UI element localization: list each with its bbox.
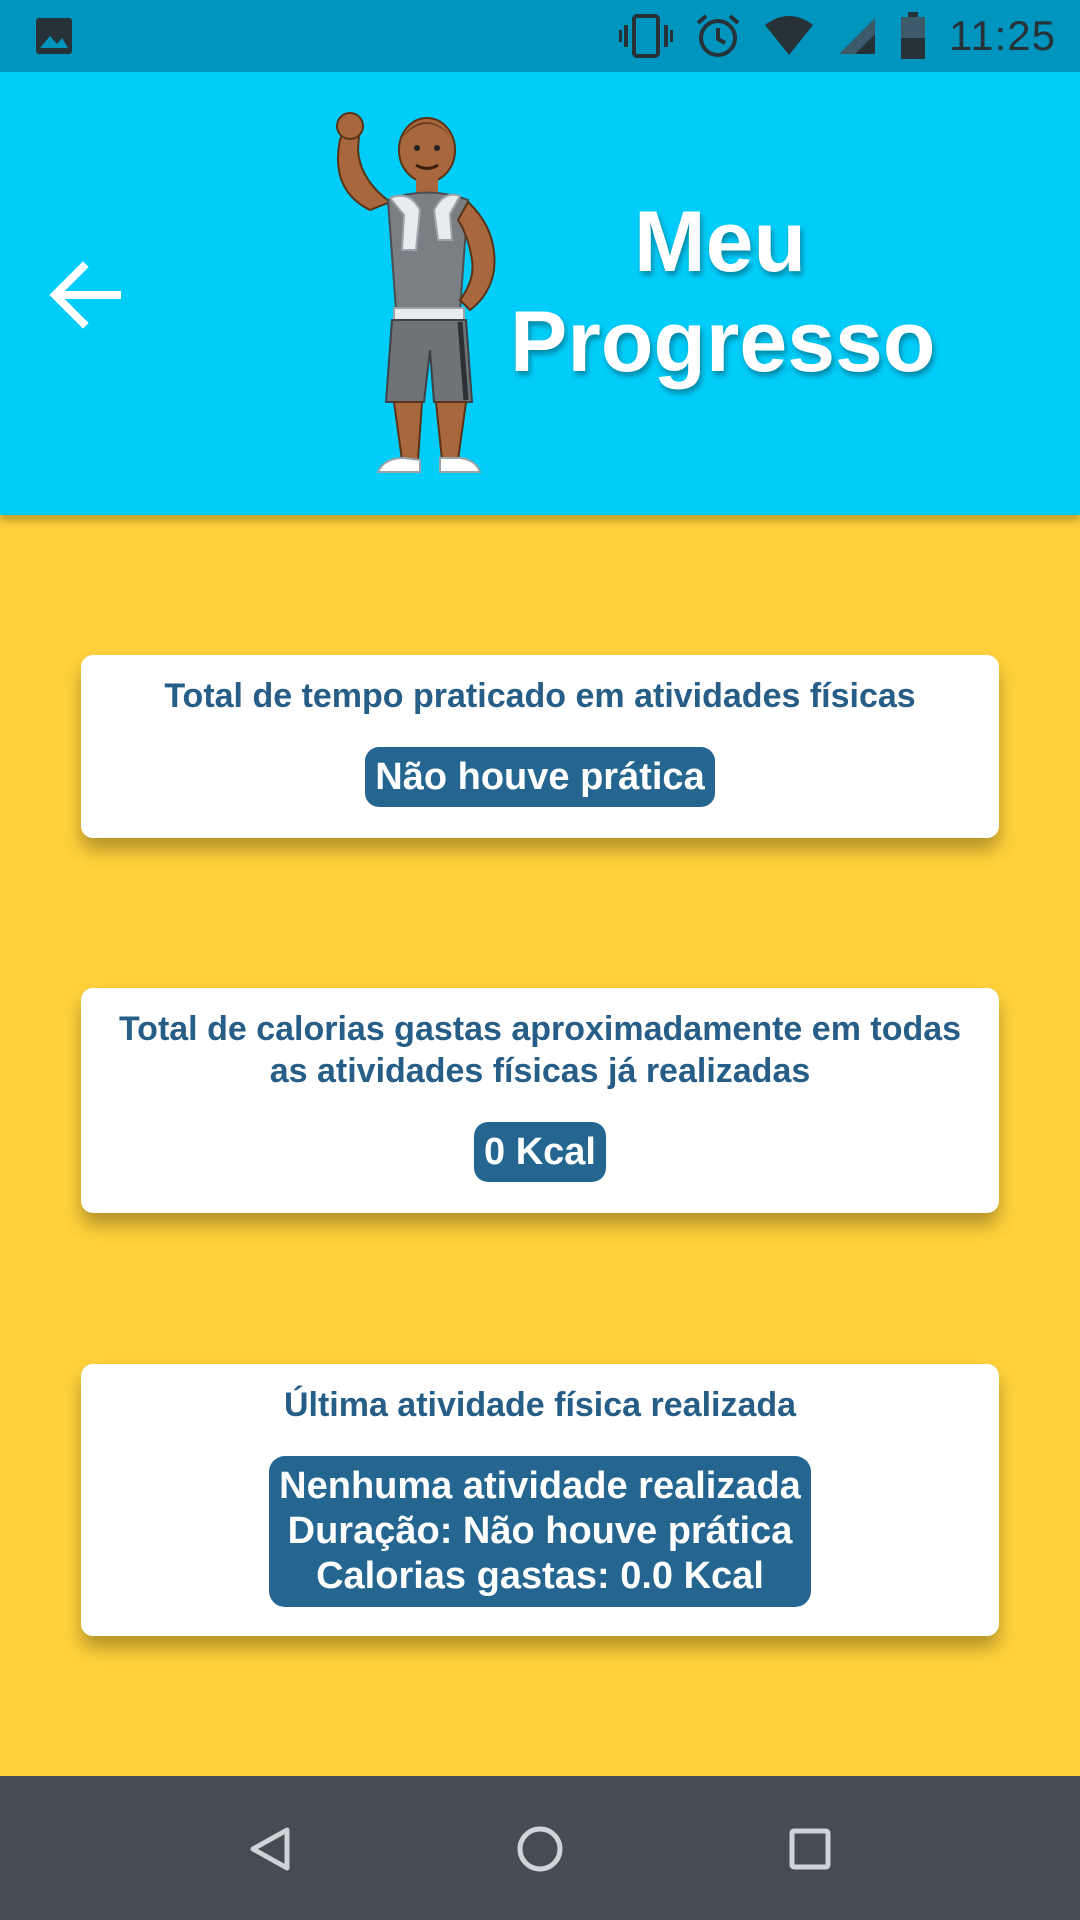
nav-home-icon — [515, 1824, 565, 1879]
image-icon — [34, 16, 74, 56]
nav-back-icon — [245, 1824, 295, 1879]
status-bar: 11:25 — [0, 0, 1080, 72]
signal-icon — [837, 16, 877, 56]
last-activity-calories: Calorias gastas: 0.0 Kcal — [316, 1555, 764, 1597]
status-time: 11:25 — [949, 12, 1056, 59]
total-time-title: Total de tempo praticado em atividades f… — [164, 677, 916, 715]
total-calories-value: 0 Kcal — [474, 1122, 606, 1182]
nav-recent-apps-icon — [785, 1824, 835, 1879]
nav-back-button[interactable] — [235, 1816, 305, 1886]
page-title: Meu Progresso — [510, 192, 936, 392]
total-calories-card: Total de calorias gastas aproximadamente… — [81, 988, 999, 1213]
arrow-left-icon — [47, 257, 123, 338]
fitness-man-illustration — [320, 110, 530, 478]
last-activity-title: Última atividade física realizada — [283, 1386, 797, 1424]
header: Meu Progresso — [0, 72, 1080, 515]
total-calories-title: Total de calorias gastas aproximadamente… — [118, 1010, 962, 1090]
last-activity-name: Nenhuma atividade realizada — [279, 1465, 801, 1507]
nav-recent-apps-button[interactable] — [775, 1816, 845, 1886]
total-time-value: Não houve prática — [365, 747, 715, 807]
back-button[interactable] — [40, 252, 130, 342]
last-activity-duration: Duração: Não houve prática — [287, 1510, 793, 1552]
total-time-card: Total de tempo praticado em atividades f… — [81, 655, 999, 838]
last-activity-card: Última atividade física realizada Nenhum… — [81, 1364, 999, 1636]
last-activity-details: Nenhuma atividade realizada Duração: Não… — [269, 1456, 811, 1607]
page-title-line-1: Meu — [634, 194, 806, 290]
vibrate-icon — [619, 13, 673, 59]
alarm-icon — [695, 13, 741, 59]
wifi-icon — [763, 15, 815, 57]
page-title-line-2: Progresso — [510, 294, 936, 390]
battery-icon — [899, 12, 927, 60]
nav-home-button[interactable] — [505, 1816, 575, 1886]
navigation-bar — [0, 1776, 1080, 1920]
